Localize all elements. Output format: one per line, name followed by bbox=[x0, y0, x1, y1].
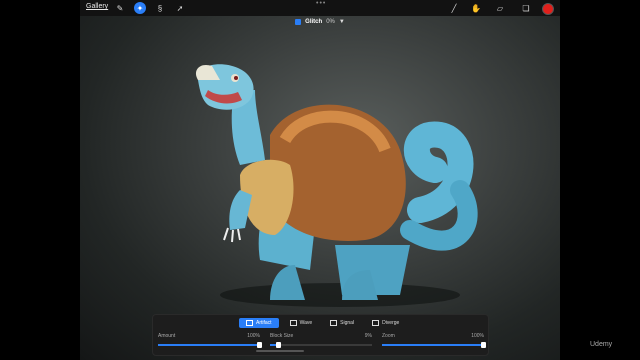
tab-artifact[interactable]: Artifact bbox=[239, 318, 279, 328]
wave-icon bbox=[289, 320, 297, 326]
signal-icon bbox=[330, 320, 338, 326]
slider-label: Block Size bbox=[270, 333, 294, 339]
tab-label: Signal bbox=[340, 320, 355, 326]
eraser-icon[interactable]: ▱ bbox=[494, 2, 506, 14]
gallery-button[interactable]: Gallery bbox=[86, 3, 108, 10]
slider-knob[interactable] bbox=[276, 342, 282, 348]
slider-value: 100% bbox=[471, 333, 484, 339]
tab-signal[interactable]: Signal bbox=[323, 318, 361, 328]
glitch-tabs: Artifact Wave Signal Diverge bbox=[239, 318, 406, 328]
slider-knob[interactable] bbox=[481, 342, 486, 348]
slider-track[interactable] bbox=[158, 342, 262, 348]
top-toolbar: Gallery ✎ ✦ § ➚ ••• ╱ ✋ ▱ ❏ bbox=[80, 0, 560, 16]
slider-label: Zoom bbox=[382, 333, 395, 339]
glitch-icon bbox=[295, 19, 302, 25]
slider-fill bbox=[382, 344, 484, 346]
more-options-icon[interactable]: ••• bbox=[316, 0, 326, 7]
glitch-panel: Artifact Wave Signal Diverge Amount 100% … bbox=[152, 314, 489, 356]
diverge-icon bbox=[372, 320, 380, 326]
turtle-dragon-artwork bbox=[195, 64, 478, 307]
selection-s-icon[interactable]: § bbox=[154, 2, 166, 14]
tab-diverge[interactable]: Diverge bbox=[365, 318, 406, 328]
slider-value: 100% bbox=[247, 333, 260, 339]
slider-track[interactable] bbox=[270, 342, 372, 348]
tab-label: Wave bbox=[299, 320, 313, 326]
slider-knob[interactable] bbox=[257, 342, 262, 348]
udemy-watermark: Udemy bbox=[590, 341, 613, 348]
smudge-icon[interactable]: ✋ bbox=[470, 2, 482, 14]
tab-wave[interactable]: Wave bbox=[283, 318, 320, 328]
canvas[interactable] bbox=[80, 0, 560, 360]
tab-label: Diverge bbox=[382, 320, 400, 326]
tab-label: Artifact bbox=[256, 320, 272, 326]
slider-value: 9% bbox=[364, 333, 372, 339]
artifact-icon bbox=[246, 320, 253, 326]
color-swatch[interactable] bbox=[542, 3, 554, 15]
adjustment-status[interactable]: Glitch 0% ▼ bbox=[80, 16, 560, 28]
amount-slider[interactable]: Amount 100% bbox=[158, 333, 262, 348]
home-indicator bbox=[256, 350, 304, 352]
block-size-slider[interactable]: Block Size 9% bbox=[270, 333, 372, 348]
brush-icon[interactable]: ╱ bbox=[448, 2, 460, 14]
chevron-down-icon[interactable]: ▼ bbox=[339, 19, 345, 25]
zoom-slider[interactable]: Zoom 100% bbox=[382, 333, 486, 348]
magic-wand-icon[interactable]: ✦ bbox=[134, 2, 146, 14]
slider-fill bbox=[158, 344, 260, 346]
transform-arrow-icon[interactable]: ➚ bbox=[174, 2, 186, 14]
slider-track[interactable] bbox=[382, 342, 486, 348]
slider-label: Amount bbox=[158, 333, 176, 339]
wrench-icon[interactable]: ✎ bbox=[114, 2, 126, 14]
layers-icon[interactable]: ❏ bbox=[520, 2, 532, 14]
adjustment-name: Glitch bbox=[305, 19, 323, 25]
adjustment-value: 0% bbox=[326, 19, 335, 25]
